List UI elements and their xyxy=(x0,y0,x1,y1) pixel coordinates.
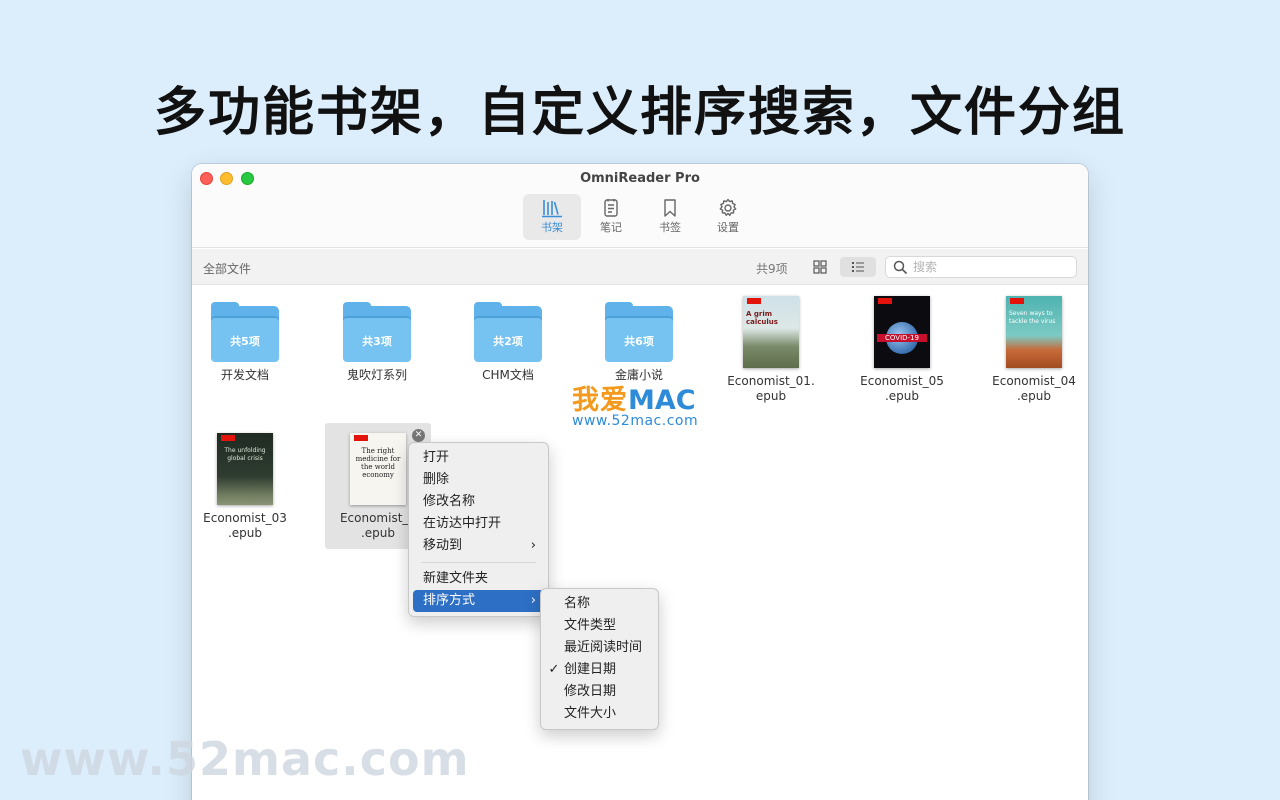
folder-icon: 共5项 xyxy=(211,302,279,362)
sort-option-type[interactable]: 文件类型 xyxy=(545,615,654,637)
site-watermark: 我爱MAC www.52mac.com xyxy=(572,385,699,429)
titlebar: OmniReader Pro 书架 笔记 书签 设置 xyxy=(192,164,1088,248)
cover-title: Seven ways to tackle the virus xyxy=(1009,310,1056,325)
book-item[interactable]: Seven ways to tackle the virus Economist… xyxy=(981,296,1087,404)
menu-item-open[interactable]: 打开 xyxy=(413,447,544,469)
close-icon[interactable]: ✕ xyxy=(412,429,425,442)
folder-count: 共2项 xyxy=(493,335,523,348)
book-item[interactable]: A grim calculus Economist_01. epub xyxy=(718,296,824,404)
cover-title: COVID-19 xyxy=(877,334,927,342)
tab-bookmarks[interactable]: 书签 xyxy=(641,194,699,240)
grid-view-button[interactable] xyxy=(802,257,838,277)
cover-title: The unfolding global crisis xyxy=(224,447,266,462)
sort-option-size[interactable]: 文件大小 xyxy=(545,703,654,725)
tab-notes[interactable]: 笔记 xyxy=(582,194,640,240)
window-title: OmniReader Pro xyxy=(580,171,700,186)
menu-separator xyxy=(421,562,536,563)
item-name: CHM文档 xyxy=(482,368,534,382)
breadcrumb[interactable]: 全部文件 xyxy=(203,260,251,277)
folder-icon: 共3项 xyxy=(343,302,411,362)
folder-item[interactable]: 共2项 CHM文档 xyxy=(455,302,561,383)
bookmark-icon xyxy=(664,199,676,217)
tab-label: 书架 xyxy=(541,221,563,234)
item-name: 开发文档 xyxy=(220,368,269,382)
notes-icon xyxy=(604,199,618,217)
sort-option-last-read[interactable]: 最近阅读时间 xyxy=(545,637,654,659)
folder-count: 共6项 xyxy=(624,335,654,348)
tab-bookshelf[interactable]: 书架 xyxy=(523,194,581,240)
book-cover: COVID-19 xyxy=(874,296,930,368)
list-icon xyxy=(852,262,864,272)
sort-option-modified[interactable]: 修改日期 xyxy=(545,681,654,703)
tab-label: 设置 xyxy=(717,221,739,234)
cover-title: The right medicine for the world economy xyxy=(355,447,401,479)
search-input[interactable] xyxy=(913,259,1068,275)
bookshelf-icon xyxy=(542,200,562,218)
folder-icon: 共6项 xyxy=(605,302,673,362)
item-name: Economist_03 .epub xyxy=(203,511,287,540)
item-name: Economist_01. epub xyxy=(727,374,815,403)
chevron-right-icon: › xyxy=(530,538,536,553)
app-window: OmniReader Pro 书架 笔记 书签 设置 全部文件 共9项 搜索 共… xyxy=(192,164,1088,800)
tab-label: 笔记 xyxy=(600,221,622,234)
gear-icon xyxy=(719,198,737,216)
headline: 多功能书架，自定义排序搜索，文件分组 xyxy=(153,82,1126,143)
book-item[interactable]: The unfolding global crisis Economist_03… xyxy=(192,433,298,541)
sort-submenu: 名称 文件类型 最近阅读时间 ✓ 创建日期 修改日期 文件大小 xyxy=(540,588,659,730)
cover-title: A grim calculus xyxy=(746,310,778,326)
list-view-button[interactable] xyxy=(840,257,876,277)
menu-item-move-to[interactable]: 移动到 › xyxy=(413,535,544,557)
folder-item[interactable]: 共6项 金庸小说 xyxy=(586,302,692,383)
folder-count: 共5项 xyxy=(230,335,260,348)
location-bar: 全部文件 共9项 xyxy=(192,249,1088,285)
sort-option-created[interactable]: ✓ 创建日期 xyxy=(545,659,654,681)
tab-settings[interactable]: 设置 xyxy=(699,194,757,240)
checkmark-icon: ✓ xyxy=(548,662,560,677)
book-cover: The right medicine for the world economy xyxy=(350,433,406,505)
folder-item[interactable]: 共3项 鬼吹灯系列 xyxy=(324,302,430,383)
menu-item-rename[interactable]: 修改名称 xyxy=(413,491,544,513)
menu-item-delete[interactable]: 删除 xyxy=(413,469,544,491)
context-menu: 打开 删除 修改名称 在访达中打开 移动到 › 新建文件夹 排序方式 › xyxy=(408,442,549,617)
item-name: Economist_04 .epub xyxy=(992,374,1076,403)
folder-icon: 共2项 xyxy=(474,302,542,362)
folder-count: 共3项 xyxy=(362,335,392,348)
item-count: 共9项 xyxy=(756,262,788,276)
menu-item-show-in-finder[interactable]: 在访达中打开 xyxy=(413,513,544,535)
book-cover: The unfolding global crisis xyxy=(217,433,273,505)
grid-icon xyxy=(813,260,827,274)
sort-option-name[interactable]: 名称 xyxy=(545,593,654,615)
menu-item-sort-by[interactable]: 排序方式 › xyxy=(413,590,544,612)
book-item[interactable]: COVID-19 Economist_05 .epub xyxy=(849,296,955,404)
item-name: 鬼吹灯系列 xyxy=(346,368,407,382)
bottom-watermark: www.52mac.com xyxy=(20,732,470,786)
folder-item[interactable]: 共5项 开发文档 xyxy=(192,302,298,383)
search-box[interactable] xyxy=(885,256,1077,278)
item-name: Economist_05 .epub xyxy=(860,374,944,403)
chevron-right-icon: › xyxy=(530,593,536,608)
menu-item-new-folder[interactable]: 新建文件夹 xyxy=(413,568,544,590)
book-cover: Seven ways to tackle the virus xyxy=(1006,296,1062,368)
tab-label: 书签 xyxy=(659,221,681,234)
book-cover: A grim calculus xyxy=(743,296,799,368)
search-icon xyxy=(893,260,908,275)
